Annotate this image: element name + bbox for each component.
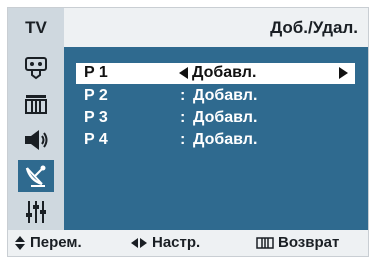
program-label: P 1 xyxy=(84,64,108,81)
left-right-icon xyxy=(131,237,147,248)
equalizer-icon[interactable] xyxy=(18,196,54,228)
add-delete-value: Добавл. xyxy=(192,64,257,81)
up-down-icon xyxy=(15,235,25,250)
menu-header: TV Доб./Удал. xyxy=(8,8,368,47)
return-label: Возврат xyxy=(278,234,340,251)
arrow-right-icon[interactable] xyxy=(339,67,348,79)
adjust-label: Настр. xyxy=(152,234,201,251)
add-delete-value: Добавл. xyxy=(193,87,258,104)
add-delete-value: Добавл. xyxy=(193,109,258,126)
program-label: P 3 xyxy=(84,109,108,126)
separator: : xyxy=(180,87,186,104)
osd-menu: TV Доб./Удал. P 1 Добавл. P 2: Добавл. … xyxy=(7,7,369,257)
channel-row-p4[interactable]: P 4 : Добавл. xyxy=(76,130,355,151)
sound-icon[interactable] xyxy=(18,124,54,156)
menu-sidebar xyxy=(8,47,64,230)
tv-tab[interactable]: TV xyxy=(8,8,64,47)
channel-list-panel: P 1 Добавл. P 2 : Добавл. P 3 : Добавл. … xyxy=(64,47,368,230)
channel-icon[interactable] xyxy=(18,88,54,120)
menu-icon xyxy=(256,236,274,249)
move-label: Перем. xyxy=(30,234,82,251)
input-icon[interactable] xyxy=(18,52,54,84)
program-label: P 4 xyxy=(84,131,108,148)
satellite-icon[interactable] xyxy=(18,160,54,192)
adjust-hint: Настр. xyxy=(130,234,200,251)
separator: : xyxy=(180,109,186,126)
channel-row-p1[interactable]: P 1 Добавл. xyxy=(76,63,355,84)
program-label: P 2 xyxy=(84,87,108,104)
channel-row-p2[interactable]: P 2 : Добавл. xyxy=(76,86,355,107)
add-delete-value: Добавл. xyxy=(193,131,258,148)
arrow-left-icon[interactable] xyxy=(179,67,188,79)
separator: : xyxy=(180,131,186,148)
footer-hints: Перем. Настр. Возврат xyxy=(8,230,368,256)
return-hint: Возврат xyxy=(256,234,339,251)
channel-row-p3[interactable]: P 3 : Добавл. xyxy=(76,108,355,129)
menu-title: Доб./Удал. xyxy=(270,17,358,37)
move-hint: Перем. xyxy=(14,234,82,251)
